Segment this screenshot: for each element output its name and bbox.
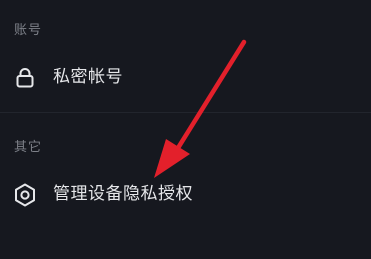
settings-item-label: 私密帐号: [53, 67, 123, 87]
section-title-other: 其它: [14, 140, 43, 155]
settings-item-device-privacy-authorization[interactable]: 管理设备隐私授权: [0, 172, 371, 216]
section-divider: [0, 112, 371, 113]
hexagon-settings-icon: [15, 183, 35, 207]
lock-icon: [16, 68, 34, 88]
settings-item-private-account[interactable]: 私密帐号: [0, 55, 371, 99]
settings-item-label: 管理设备隐私授权: [53, 184, 193, 204]
settings-page: 账号 私密帐号 其它 管理设备隐私授权: [0, 0, 371, 259]
section-title-account: 账号: [14, 23, 43, 38]
annotation-arrow: [154, 39, 247, 178]
